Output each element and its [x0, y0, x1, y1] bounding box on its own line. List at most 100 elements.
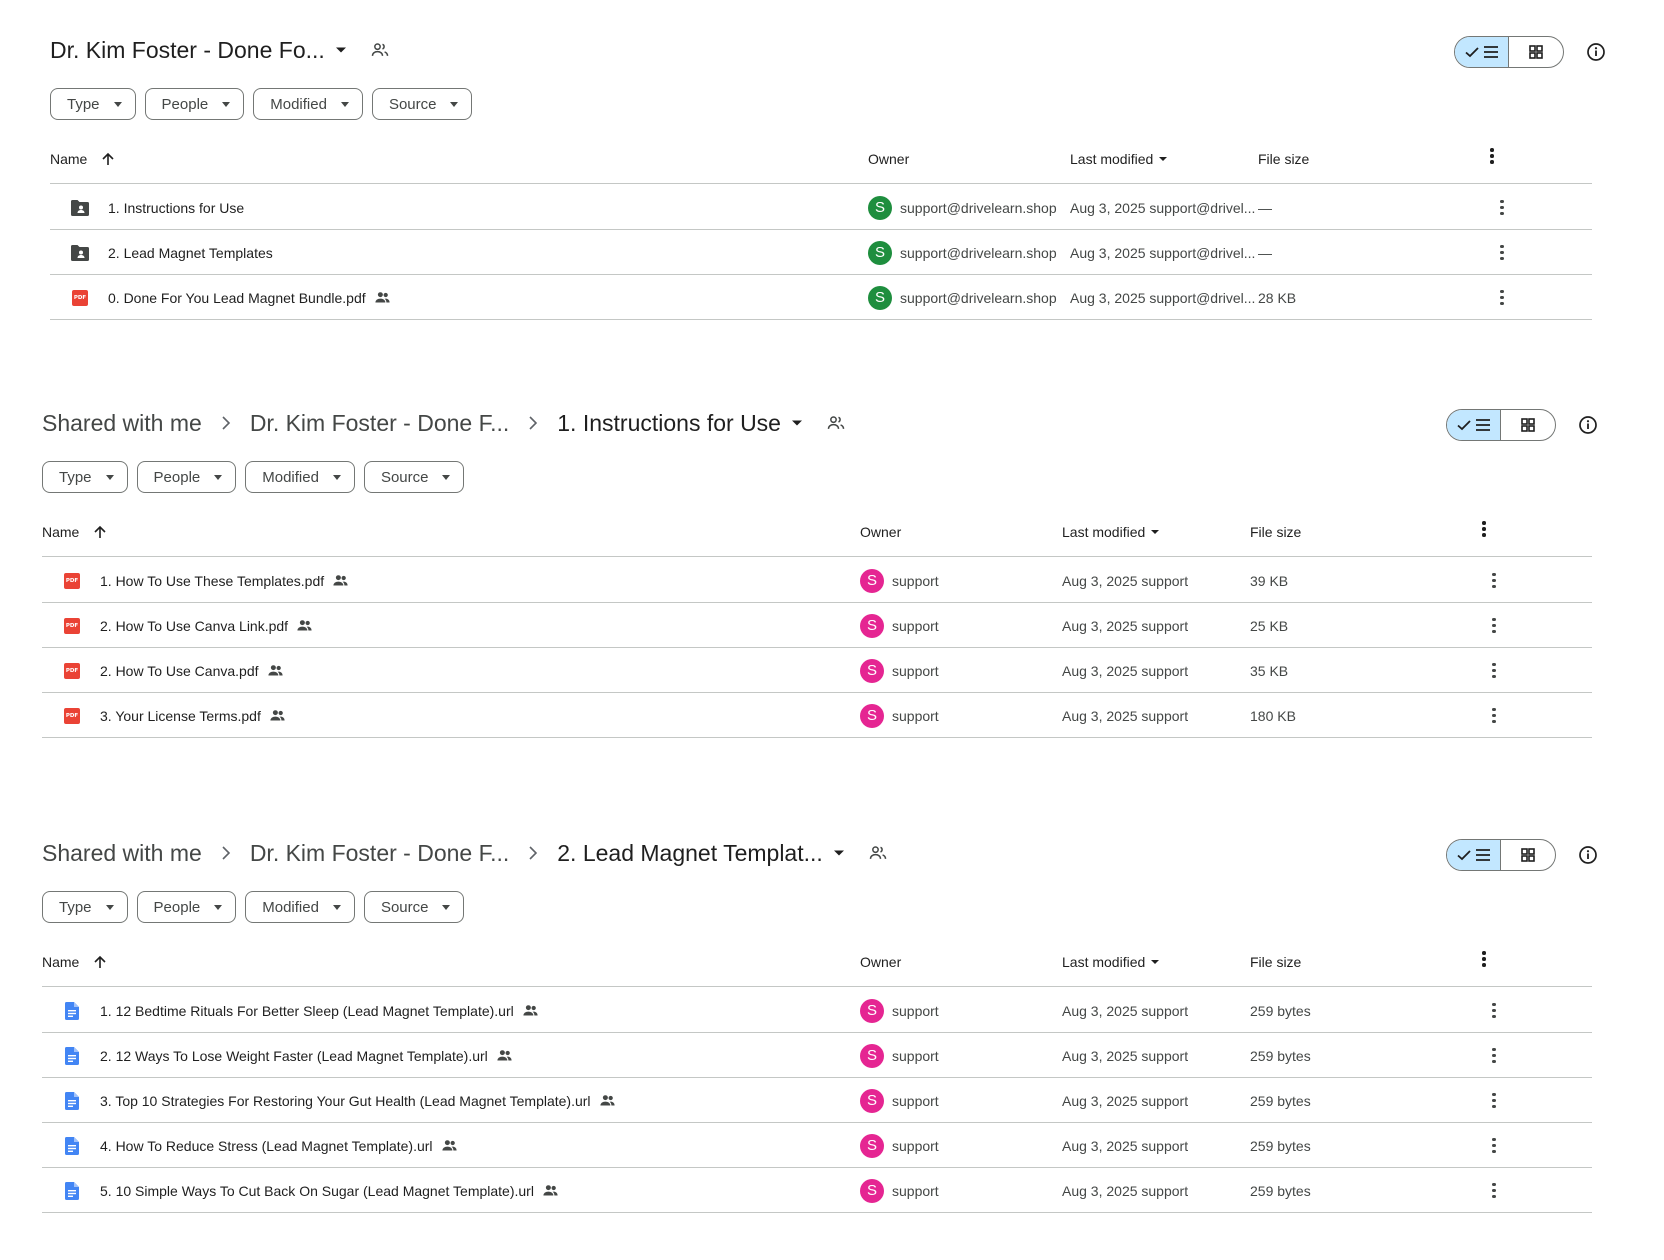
file-name[interactable]: 1. 12 Bedtime Rituals For Better Sleep (…	[100, 988, 540, 1033]
filter-chip-label: People	[153, 468, 201, 486]
file-size-cell: 39 KB	[1250, 572, 1289, 589]
file-name[interactable]: 2. 12 Ways To Lose Weight Faster (Lead M…	[100, 1033, 514, 1078]
last-modified-column-header[interactable]: Last modified	[1070, 151, 1169, 167]
chevron-down-icon[interactable]	[829, 843, 849, 863]
file-name[interactable]: 1. How To Use These Templates.pdf	[100, 558, 350, 603]
shared-people-icon[interactable]	[369, 39, 391, 61]
file-name[interactable]: 2. Lead Magnet Templates	[108, 230, 273, 275]
file-name[interactable]: 2. How To Use Canva.pdf	[100, 648, 285, 693]
file-name-text: 3. Top 10 Strategies For Restoring Your …	[100, 1092, 591, 1109]
more-actions-icon[interactable]	[1482, 1033, 1506, 1078]
breadcrumb-shared-with-me[interactable]: Shared with me	[42, 840, 202, 867]
doc-icon	[60, 1168, 84, 1213]
list-icon	[1483, 46, 1498, 58]
grid-view-button[interactable]	[1501, 840, 1555, 870]
dropdown-caret-icon	[113, 101, 122, 107]
filter-chip-modified[interactable]: Modified	[245, 461, 355, 493]
breadcrumb-parent-folder[interactable]: Dr. Kim Foster - Done F...	[250, 410, 509, 437]
more-actions-icon[interactable]	[1490, 230, 1514, 275]
info-icon[interactable]	[1576, 843, 1600, 867]
file-row[interactable]: 4. How To Reduce Stress (Lead Magnet Tem…	[42, 1123, 1592, 1168]
file-name[interactable]: 3. Your License Terms.pdf	[100, 693, 287, 738]
chevron-down-icon[interactable]	[787, 413, 807, 433]
filter-chip-label: Modified	[262, 898, 319, 916]
more-actions-icon[interactable]	[1482, 693, 1506, 738]
file-row[interactable]: 3. Top 10 Strategies For Restoring Your …	[42, 1078, 1592, 1123]
more-actions-icon[interactable]	[1482, 648, 1506, 693]
folder-title[interactable]: Dr. Kim Foster - Done Fo...	[50, 37, 325, 64]
file-row[interactable]: 1. 12 Bedtime Rituals For Better Sleep (…	[42, 988, 1592, 1033]
filter-chip-modified[interactable]: Modified	[253, 88, 363, 120]
grid-view-button[interactable]	[1509, 37, 1563, 67]
last-modified-column-header[interactable]: Last modified	[1062, 524, 1161, 540]
chevron-right-icon	[519, 845, 547, 861]
shared-people-icon[interactable]	[825, 412, 847, 434]
list-view-button[interactable]	[1447, 840, 1502, 870]
last-modified-column-header[interactable]: Last modified	[1062, 954, 1161, 970]
shared-people-icon[interactable]	[867, 842, 889, 864]
filter-chip-type[interactable]: Type	[42, 891, 128, 923]
shared-folder-icon	[68, 230, 92, 275]
file-name[interactable]: 3. Top 10 Strategies For Restoring Your …	[100, 1078, 617, 1123]
filter-chip-modified[interactable]: Modified	[245, 891, 355, 923]
filter-chip-type[interactable]: Type	[42, 461, 128, 493]
grid-view-button[interactable]	[1501, 410, 1555, 440]
more-actions-icon[interactable]	[1482, 558, 1506, 603]
name-column-header[interactable]: Name	[50, 151, 115, 167]
file-row[interactable]: 1. Instructions for Use Ssupport@drivelea…	[50, 185, 1592, 230]
more-actions-icon[interactable]	[1490, 275, 1514, 320]
more-actions-icon[interactable]	[1482, 1123, 1506, 1168]
file-name[interactable]: 2. How To Use Canva Link.pdf	[100, 603, 314, 648]
check-icon	[1464, 47, 1479, 58]
more-actions-icon[interactable]	[1482, 1078, 1506, 1123]
list-icon	[1475, 849, 1490, 861]
more-options-icon[interactable]	[1482, 951, 1486, 967]
file-name-text: 0. Done For You Lead Magnet Bundle.pdf	[108, 289, 366, 306]
filter-chip-source[interactable]: Source	[363, 461, 465, 493]
filter-chip-type[interactable]: Type	[50, 88, 136, 120]
more-actions-icon[interactable]	[1482, 988, 1506, 1033]
name-column-header[interactable]: Name	[42, 524, 107, 540]
more-actions-icon[interactable]	[1482, 603, 1506, 648]
filter-chip-label: Source	[380, 898, 429, 916]
table-header: Name Owner Last modified File size	[42, 939, 1592, 987]
folder-panel-kim-foster: Dr. Kim Foster - Done Fo... Type People Mo…	[50, 28, 1605, 338]
file-name[interactable]: 1. Instructions for Use	[108, 185, 244, 230]
file-row[interactable]: PDF 1. How To Use These Templates.pdf Ssup…	[42, 558, 1592, 603]
dropdown-caret-icon	[332, 474, 341, 480]
filter-chip-source[interactable]: Source	[363, 891, 465, 923]
file-row[interactable]: 2. Lead Magnet Templates Ssupport@drivele…	[50, 230, 1592, 275]
file-row[interactable]: 2. 12 Ways To Lose Weight Faster (Lead M…	[42, 1033, 1592, 1078]
info-icon[interactable]	[1584, 40, 1608, 64]
file-row[interactable]: PDF 3. Your License Terms.pdf Ssupport Aug …	[42, 693, 1592, 738]
more-actions-icon[interactable]	[1482, 1168, 1506, 1213]
file-name-text: 2. Lead Magnet Templates	[108, 244, 273, 261]
list-view-button[interactable]	[1447, 410, 1502, 440]
more-actions-icon[interactable]	[1490, 185, 1514, 230]
more-options-icon[interactable]	[1482, 521, 1486, 537]
filter-chip-people[interactable]: People	[144, 88, 245, 120]
folder-title[interactable]: 2. Lead Magnet Templat...	[557, 840, 823, 867]
name-column-header[interactable]: Name	[42, 954, 107, 970]
file-row[interactable]: PDF 0. Done For You Lead Magnet Bundle.pd…	[50, 275, 1592, 320]
grid-icon	[1529, 45, 1543, 59]
file-row[interactable]: PDF 2. How To Use Canva.pdf Ssupport Aug 3,…	[42, 648, 1592, 693]
shared-people-icon	[267, 662, 285, 680]
filter-chip-people[interactable]: People	[136, 891, 237, 923]
dropdown-caret-icon	[105, 904, 114, 910]
filter-chip-source[interactable]: Source	[371, 88, 473, 120]
more-options-icon[interactable]	[1490, 148, 1494, 164]
file-name[interactable]: 5. 10 Simple Ways To Cut Back On Sugar (…	[100, 1168, 560, 1213]
chevron-down-icon[interactable]	[331, 40, 351, 60]
file-row[interactable]: PDF 2. How To Use Canva Link.pdf Ssupport A…	[42, 603, 1592, 648]
file-name[interactable]: 0. Done For You Lead Magnet Bundle.pdf	[108, 275, 392, 320]
breadcrumb-shared-with-me[interactable]: Shared with me	[42, 410, 202, 437]
file-row[interactable]: 5. 10 Simple Ways To Cut Back On Sugar (…	[42, 1168, 1592, 1213]
file-name[interactable]: 4. How To Reduce Stress (Lead Magnet Tem…	[100, 1123, 459, 1168]
breadcrumb-parent-folder[interactable]: Dr. Kim Foster - Done F...	[250, 840, 509, 867]
filter-chip-people[interactable]: People	[136, 461, 237, 493]
doc-icon	[60, 988, 84, 1033]
info-icon[interactable]	[1576, 413, 1600, 437]
folder-title[interactable]: 1. Instructions for Use	[557, 410, 781, 437]
list-view-button[interactable]	[1455, 37, 1510, 67]
